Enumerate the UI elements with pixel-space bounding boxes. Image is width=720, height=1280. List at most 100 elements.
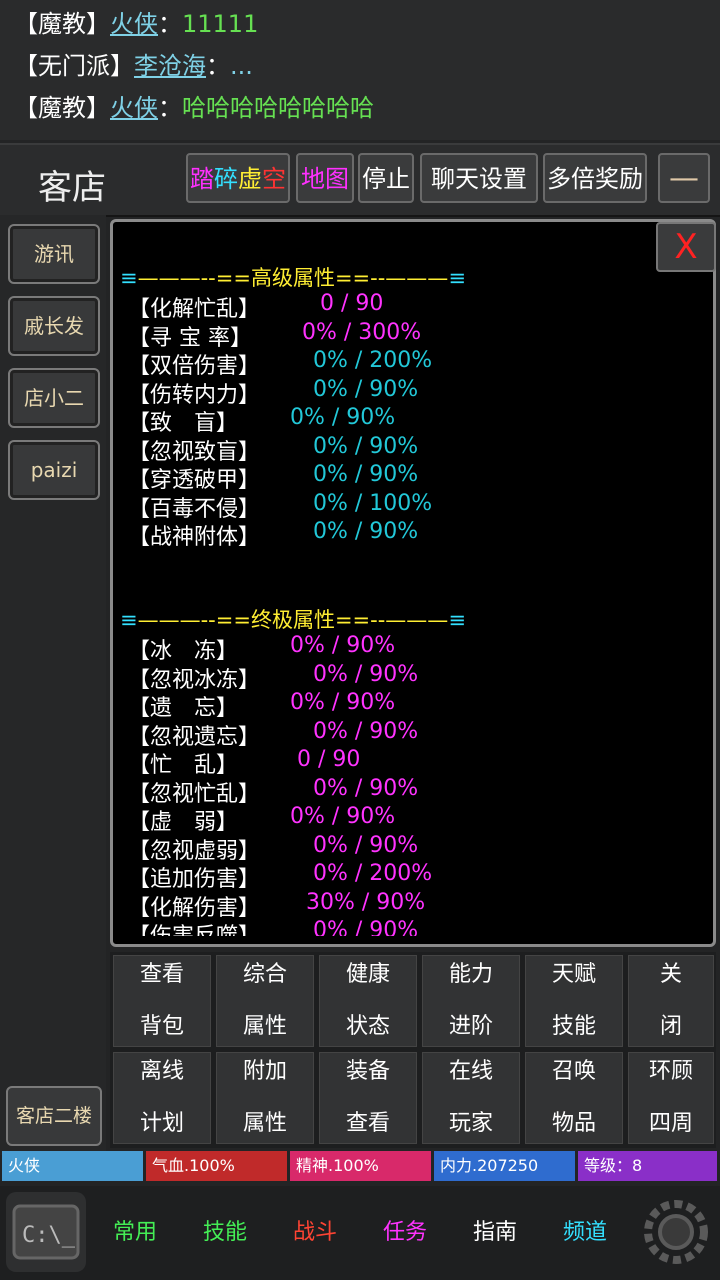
map-button[interactable]: 地图: [296, 153, 354, 203]
btn-line: 进阶: [448, 1014, 493, 1039]
nav-common[interactable]: 常用: [92, 1196, 178, 1270]
attr-label: 【忙 乱】: [128, 753, 239, 778]
attr-label: 【冰 冻】: [128, 639, 239, 664]
nav-skills[interactable]: 技能: [182, 1196, 268, 1270]
chat-settings-button[interactable]: 聊天设置: [420, 153, 538, 203]
status-neili: 内力.207250: [434, 1151, 575, 1181]
multi-reward-button[interactable]: 多倍奖励: [543, 153, 647, 203]
btn-line: 状态: [345, 1014, 390, 1039]
look-around-button[interactable]: 环顾 四周: [628, 1052, 714, 1144]
attr-label: 【战神附体】: [128, 525, 261, 550]
chat-colon: ：: [158, 10, 182, 38]
attr-label: 【致 盲】: [128, 411, 239, 436]
title-bar-right: ≡: [448, 266, 466, 290]
chat-message: 哈哈哈哈哈哈哈哈: [182, 94, 374, 122]
attr-value: 0% / 90%: [290, 804, 396, 829]
btn-line: 物品: [551, 1111, 596, 1136]
title-bar-left: ≡: [120, 608, 138, 632]
view-equipment-button[interactable]: 装备 查看: [319, 1052, 417, 1144]
tasui-char: 碎: [214, 165, 238, 193]
extra-attributes-button[interactable]: 附加 属性: [216, 1052, 314, 1144]
btn-line: 环顾: [648, 1059, 693, 1084]
ability-advance-button[interactable]: 能力 进阶: [422, 955, 520, 1047]
chat-line: 【魔教】火侠：哈哈哈哈哈哈哈哈: [14, 88, 374, 123]
view-bag-button[interactable]: 查看 背包: [113, 955, 211, 1047]
btn-line: 玩家: [448, 1111, 493, 1136]
btn-line: 健康: [345, 962, 390, 987]
attr-value: 0% / 100%: [313, 491, 433, 516]
attr-value: 30% / 90%: [306, 890, 426, 915]
close-panel-button[interactable]: X: [656, 222, 716, 272]
attr-value: 0% / 90%: [313, 434, 419, 459]
health-status-button[interactable]: 健康 状态: [319, 955, 417, 1047]
tasui-xukong-button[interactable]: 踏碎虚空: [186, 153, 290, 203]
attr-value: 0% / 90%: [313, 662, 419, 687]
btn-line: 背包: [139, 1014, 184, 1039]
attr-value: 0% / 200%: [313, 861, 433, 886]
online-players-button[interactable]: 在线 玩家: [422, 1052, 520, 1144]
collapse-button[interactable]: —: [658, 153, 710, 203]
console-glyph: C:\_: [22, 1223, 76, 1248]
nav-channel[interactable]: 频道: [542, 1196, 628, 1270]
btn-line: 属性: [242, 1014, 287, 1039]
close-button[interactable]: 关闭: [628, 955, 714, 1047]
btn-line: 召唤: [551, 1059, 596, 1084]
chat-area: 【魔教】火侠：11111 【无门派】李沧海：... 【魔教】火侠：哈哈哈哈哈哈哈…: [0, 0, 720, 140]
title-text: ———--==高级属性==--———: [137, 266, 449, 290]
attr-label: 【追加伤害】: [128, 867, 261, 892]
title-bar-left: ≡: [120, 266, 138, 290]
btn-line: 计划: [139, 1111, 184, 1136]
ultimate-attributes-title: ≡———--==终极属性==--———≡: [120, 604, 466, 634]
nav-battle[interactable]: 战斗: [272, 1196, 358, 1270]
npc-button[interactable]: 戚长发: [8, 296, 100, 356]
nav-guide[interactable]: 指南: [452, 1196, 538, 1270]
talent-skills-button[interactable]: 天赋 技能: [525, 955, 623, 1047]
attr-value: 0% / 90%: [313, 519, 419, 544]
btn-line: 离线: [139, 1059, 184, 1084]
btn-line: 装备: [345, 1059, 390, 1084]
console-icon[interactable]: C:\_: [6, 1192, 86, 1272]
btn-line: 闭: [659, 1014, 682, 1039]
summon-item-button[interactable]: 召唤 物品: [525, 1052, 623, 1144]
npc-sidebar: [0, 215, 106, 1155]
btn-line: 四周: [648, 1111, 693, 1136]
attr-value: 0% / 200%: [313, 348, 433, 373]
attr-value: 0% / 300%: [302, 320, 422, 345]
chat-line: 【无门派】李沧海：...: [14, 46, 253, 81]
chat-player-link[interactable]: 火侠: [110, 94, 158, 122]
chat-message: 11111: [182, 10, 259, 38]
attr-value: 0% / 90%: [313, 833, 419, 858]
btn-line: 属性: [242, 1111, 287, 1136]
nav-quest[interactable]: 任务: [362, 1196, 448, 1270]
status-level: 等级：8: [578, 1151, 717, 1181]
npc-button[interactable]: 店小二: [8, 368, 100, 428]
attr-label: 【化解忙乱】: [128, 297, 261, 322]
overall-attributes-button[interactable]: 综合 属性: [216, 955, 314, 1047]
chat-colon: ：: [206, 52, 230, 80]
chat-player-link[interactable]: 火侠: [110, 10, 158, 38]
attr-value: 0% / 90%: [313, 377, 419, 402]
attr-value: 0% / 90%: [313, 719, 419, 744]
npc-button[interactable]: paizi: [8, 440, 100, 500]
npc-button[interactable]: 游讯: [8, 224, 100, 284]
attr-label: 【穿透破甲】: [128, 468, 261, 493]
gear-icon[interactable]: [638, 1192, 714, 1272]
chat-sect-tag: 【无门派】: [14, 52, 134, 80]
chat-sect-tag: 【魔教】: [14, 94, 110, 122]
btn-line: 天赋: [551, 962, 596, 987]
btn-line: 查看: [139, 962, 184, 987]
chat-line: 【魔教】火侠：11111: [14, 4, 258, 39]
attr-value: 0 / 90: [297, 747, 361, 772]
title-text: ———--==终极属性==--———: [137, 608, 449, 632]
attr-label: 【伤害反噬】: [128, 918, 260, 936]
chat-player-link[interactable]: 李沧海: [134, 52, 206, 80]
attr-label: 【双倍伤害】: [128, 354, 261, 379]
attr-value: 0% / 90%: [290, 690, 396, 715]
exit-floor-button[interactable]: 客店二楼: [6, 1086, 102, 1146]
tasui-char: 空: [262, 165, 286, 193]
attr-label: 【遗 忘】: [128, 696, 239, 721]
stop-button[interactable]: 停止: [358, 153, 414, 203]
btn-line: 能力: [448, 962, 493, 987]
status-spirit: 精神.100%: [290, 1151, 431, 1181]
offline-plan-button[interactable]: 离线 计划: [113, 1052, 211, 1144]
